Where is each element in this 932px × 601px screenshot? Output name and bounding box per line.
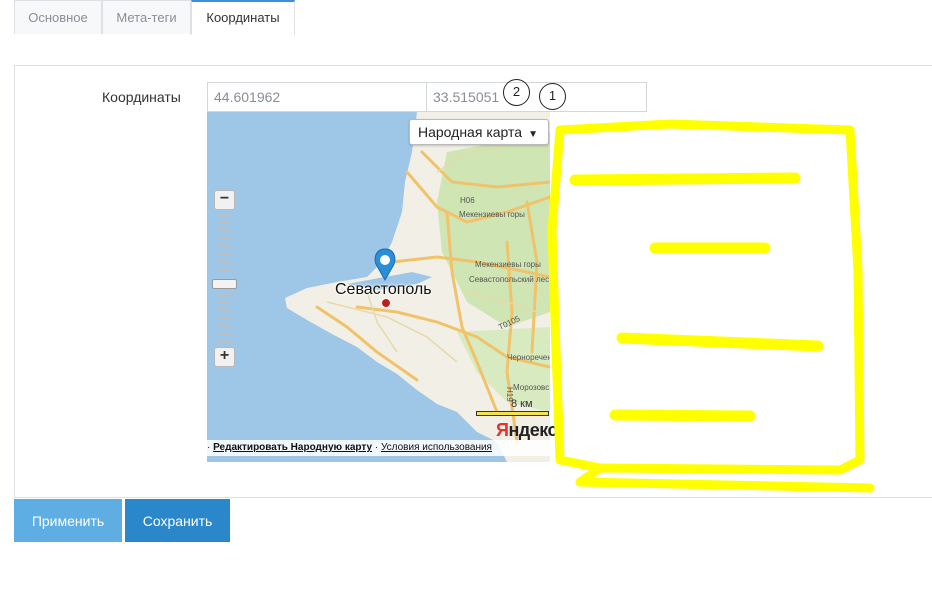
city-label: Севастополь (335, 281, 432, 298)
zoom-in-button[interactable]: + (214, 347, 235, 367)
tab-meta-tags[interactable]: Мета-теги (102, 0, 191, 34)
map-place-label: Черноречен-ский каньон (507, 353, 550, 362)
annotation-circle-1: 1 (539, 83, 566, 110)
zoom-out-button[interactable]: − (214, 190, 235, 210)
separator: · (207, 442, 211, 453)
logo-rest: ндекс (508, 420, 558, 440)
edit-map-link[interactable]: Редактировать Народную карту (213, 442, 372, 453)
annotation-circle-2: 2 (503, 79, 530, 106)
latitude-input[interactable] (207, 82, 427, 112)
map-copyright-bar: · Редактировать Народную карту · Условия… (207, 440, 550, 456)
tab-label: Координаты (206, 10, 280, 25)
tab-osnovnoe[interactable]: Основное (14, 0, 102, 34)
tab-label: Мета-теги (116, 10, 177, 25)
map-place-label: Севастопольский лес (469, 275, 549, 284)
separator: · (374, 442, 379, 453)
tab-coordinates[interactable]: Координаты (191, 0, 295, 35)
chevron-down-icon: ▼ (528, 129, 538, 140)
apply-button[interactable]: Применить (14, 499, 122, 542)
map-type-label: Народная карта (418, 124, 523, 140)
map-place-label: Н06 (460, 196, 475, 205)
map-place-label: Мекензиевы горы (475, 260, 541, 269)
map-scale-label: 8 км (511, 398, 533, 410)
map-type-selector[interactable]: Народная карта ▼ (409, 119, 549, 145)
map-scale-bar (476, 411, 549, 416)
terms-link[interactable]: Условия использования (381, 442, 492, 453)
city-dot-icon (381, 298, 391, 308)
zoom-slider-handle[interactable] (212, 279, 237, 289)
coordinates-label: Координаты (102, 89, 181, 105)
longitude-input[interactable] (426, 82, 647, 112)
save-button[interactable]: Сохранить (125, 499, 230, 542)
yandex-logo: Яндекс (496, 420, 558, 441)
map-place-label: Морозовс (513, 383, 549, 392)
tab-label: Основное (28, 10, 88, 25)
map-place-label: Мекензиевы горы (459, 210, 525, 219)
logo-first-letter: Я (496, 420, 509, 440)
